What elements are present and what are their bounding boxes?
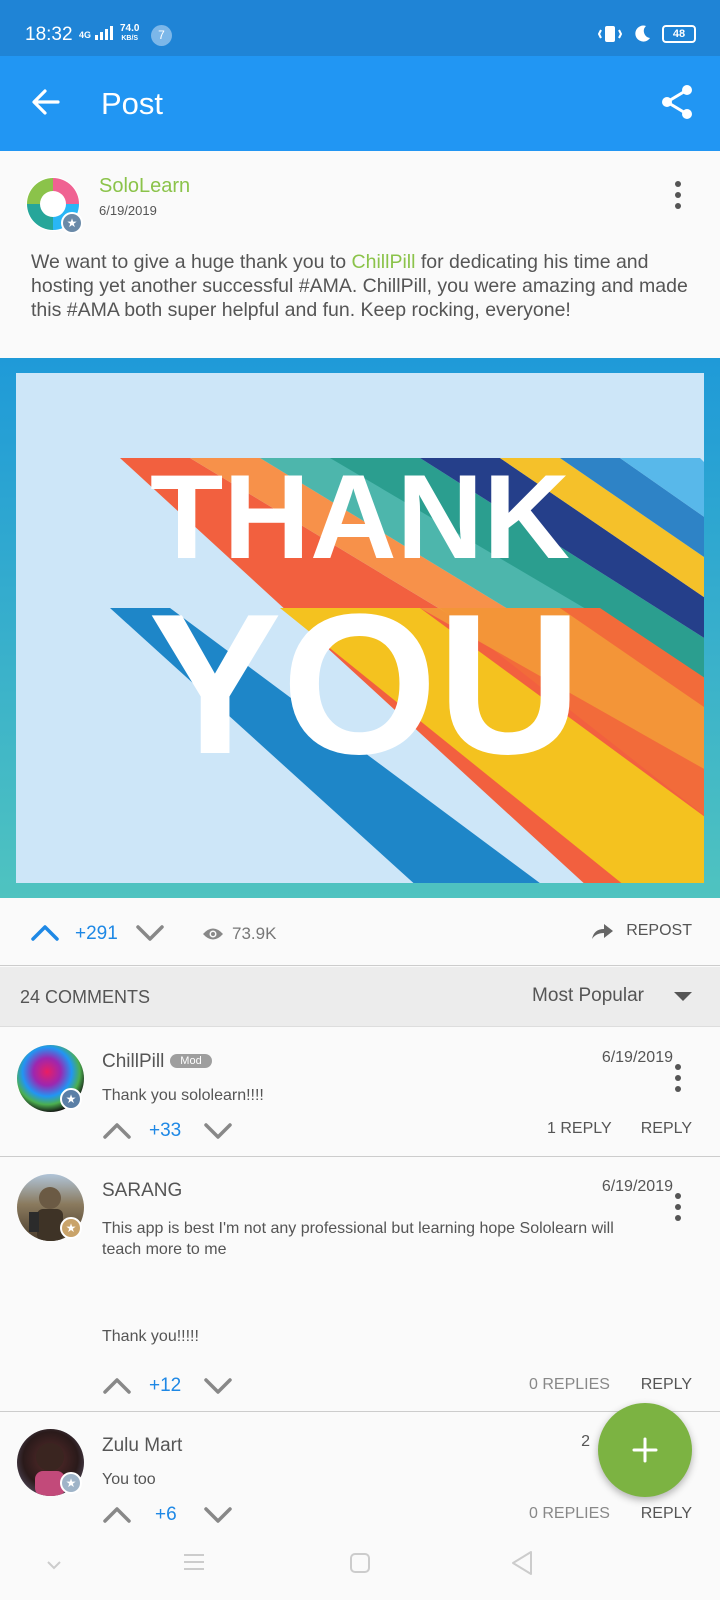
post-stats-bar: +291 73.9K REPOST xyxy=(0,898,720,966)
downvote-icon[interactable] xyxy=(203,1120,233,1144)
repost-icon xyxy=(592,924,614,939)
status-time: 18:32 xyxy=(25,24,73,45)
comment-text: Thank you sololearn!!!! xyxy=(102,1087,264,1104)
post-image[interactable]: THANK YOU xyxy=(0,358,720,898)
downvote-icon[interactable] xyxy=(203,1504,233,1528)
more-vert-icon[interactable] xyxy=(668,1060,688,1096)
author-avatar[interactable]: ★ xyxy=(24,175,83,234)
commenter-name[interactable]: ChillPill Mod xyxy=(102,1051,212,1073)
comment-item: ★ ChillPill Mod 6/19/2019 Thank you solol… xyxy=(0,1028,720,1157)
comment-item: ★ SARANG 6/19/2019 This app is best I'm … xyxy=(0,1157,720,1412)
post-vote-count: +291 xyxy=(75,923,118,944)
dropdown-caret-icon xyxy=(674,991,692,1001)
reply-count-link[interactable]: 0 REPLIES xyxy=(529,1376,610,1394)
eye-icon xyxy=(203,928,223,940)
nav-back-icon[interactable] xyxy=(510,1550,534,1576)
star-badge-icon: ★ xyxy=(60,1088,82,1110)
comments-count: 24 COMMENTS xyxy=(20,987,151,1007)
app-bar: Post xyxy=(0,56,720,151)
back-arrow-icon[interactable] xyxy=(28,84,64,120)
upvote-icon[interactable] xyxy=(102,1502,132,1526)
nav-down-icon[interactable] xyxy=(44,1558,64,1572)
page-title: Post xyxy=(101,86,164,121)
downvote-icon[interactable] xyxy=(203,1375,233,1399)
star-badge-icon: ★ xyxy=(60,1217,82,1239)
notification-count: 7 xyxy=(151,25,172,46)
mod-badge: Mod xyxy=(170,1054,212,1068)
upvote-icon[interactable] xyxy=(102,1118,132,1142)
comment-vote-count: +33 xyxy=(149,1120,182,1141)
comments-header: 24 COMMENTS Most Popular xyxy=(0,967,720,1027)
star-badge-icon: ★ xyxy=(60,1472,82,1494)
image-text-line2: YOU xyxy=(148,573,581,796)
nav-menu-icon[interactable] xyxy=(183,1552,205,1572)
post-author[interactable]: SoloLearn xyxy=(99,175,190,198)
moon-icon xyxy=(635,25,650,42)
user-mention-link[interactable]: ChillPill xyxy=(352,251,416,273)
nav-home-icon[interactable] xyxy=(349,1552,371,1574)
commenter-name[interactable]: SARANG xyxy=(102,1180,182,1202)
comment-vote-count: +12 xyxy=(149,1375,182,1396)
commenter-name[interactable]: Zulu Mart xyxy=(102,1435,182,1457)
repost-button[interactable]: REPOST xyxy=(590,922,692,940)
network-speed: 74.0 KB/S xyxy=(120,23,140,43)
thank-you-illustration: THANK YOU xyxy=(0,358,720,898)
comment-date: 6/19/2019 xyxy=(601,1049,673,1066)
add-comment-fab[interactable] xyxy=(598,1403,692,1497)
comment-text: You too xyxy=(102,1471,156,1488)
reply-button[interactable]: REPLY xyxy=(641,1376,692,1394)
reply-count-link[interactable]: 0 REPLIES xyxy=(529,1505,610,1523)
share-icon[interactable] xyxy=(658,83,696,121)
post-body: We want to give a huge thank you to Chil… xyxy=(31,251,688,321)
signal-icon xyxy=(94,26,113,40)
star-badge-icon: ★ xyxy=(61,212,83,234)
reply-button[interactable]: REPLY xyxy=(641,1120,692,1138)
comment-date: 6/19/2019 xyxy=(601,1178,673,1195)
post-header: ★ SoloLearn 6/19/2019 xyxy=(0,151,720,241)
more-vert-icon[interactable] xyxy=(668,1189,688,1225)
battery-indicator: 48 xyxy=(662,25,696,43)
comment-text-line2: Thank you!!!!! xyxy=(102,1328,199,1345)
upvote-icon[interactable] xyxy=(30,920,60,944)
reply-button[interactable]: REPLY xyxy=(641,1505,692,1523)
reply-count-link[interactable]: 1 REPLY xyxy=(547,1120,612,1138)
views-count: 73.9K xyxy=(202,924,276,944)
image-text-line1: THANK xyxy=(150,450,570,584)
upvote-icon[interactable] xyxy=(102,1373,132,1397)
system-nav-bar xyxy=(0,1536,720,1600)
comment-text: This app is best I'm not any professiona… xyxy=(102,1220,614,1258)
network-type: 4G xyxy=(79,30,92,40)
vibrate-icon xyxy=(598,26,622,42)
comment-date: 2 xyxy=(581,1433,590,1450)
comment-vote-count: +6 xyxy=(155,1504,177,1525)
more-vert-icon[interactable] xyxy=(668,177,688,213)
downvote-icon[interactable] xyxy=(135,922,165,946)
post-date: 6/19/2019 xyxy=(99,203,157,218)
status-right: 48 xyxy=(598,24,696,44)
network-indicator: 4G xyxy=(79,26,116,40)
sort-dropdown[interactable]: Most Popular xyxy=(532,985,692,1007)
plus-icon xyxy=(632,1437,658,1463)
status-bar: 18:32 4G 74.0 KB/S 7 48 xyxy=(0,0,720,56)
